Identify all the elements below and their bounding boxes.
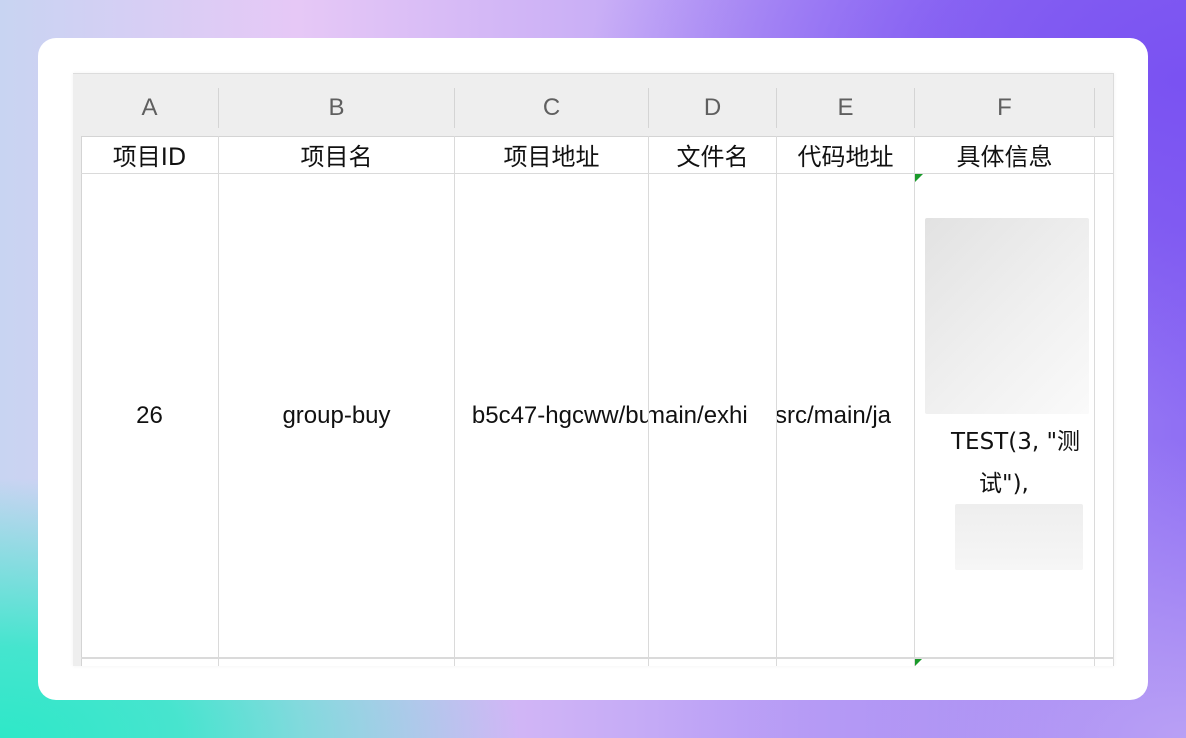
blurred-image [955, 504, 1083, 570]
cell-c2-text: b5c47-hgcww/bu [471, 401, 649, 429]
cell-g2[interactable] [1095, 174, 1113, 658]
grid-divider [776, 658, 777, 666]
next-row[interactable] [81, 658, 1113, 666]
grid-divider [914, 658, 915, 666]
cell-d2-text: main/exhi [649, 401, 748, 429]
column-header-f[interactable]: F [915, 88, 1095, 128]
cell-b1-text: 项目名 [300, 143, 373, 171]
grid-divider [218, 658, 219, 666]
cell-a1-text: 项目ID [112, 143, 187, 171]
spreadsheet-grid: A B C D E F 项目ID 项目名 项目地址 文件名 代码地址 具体信息 … [73, 73, 1114, 666]
column-header-e[interactable]: E [777, 88, 915, 128]
cell-d2[interactable]: main/exhi [649, 174, 777, 658]
cell-e1[interactable]: 代码地址 [777, 136, 915, 174]
column-header-a[interactable]: A [81, 88, 219, 128]
grid-divider [648, 658, 649, 666]
cell-d1[interactable]: 文件名 [649, 136, 777, 174]
cell-a2[interactable]: 26 [81, 174, 219, 658]
comment-marker-icon[interactable] [915, 174, 923, 182]
cell-e1-text: 代码地址 [797, 143, 894, 171]
cell-c2[interactable]: b5c47-hgcww/bu [455, 174, 649, 658]
cell-c1[interactable]: 项目地址 [455, 136, 649, 174]
column-header-c[interactable]: C [455, 88, 649, 128]
column-header-b[interactable]: B [219, 88, 455, 128]
cell-c1-text: 项目地址 [503, 143, 600, 171]
cell-e2-text: src/main/ja [777, 401, 892, 429]
column-header-d[interactable]: D [649, 88, 777, 128]
cell-a1[interactable]: 项目ID [81, 136, 219, 174]
cell-g1[interactable] [1095, 136, 1113, 174]
cell-f2[interactable]: TEST(3, "测 试"), [915, 174, 1095, 658]
blurred-image [925, 218, 1089, 414]
cell-f2-text-line2: 试"), [979, 471, 1029, 497]
cell-e2[interactable]: src/main/ja [777, 174, 915, 658]
cell-b2-text: group-buy [282, 401, 391, 429]
cell-f1-text: 具体信息 [956, 143, 1053, 171]
cell-f1[interactable]: 具体信息 [915, 136, 1095, 174]
cell-f2-text-line1: TEST(3, "测 [951, 429, 1081, 455]
cell-d1-text: 文件名 [676, 143, 749, 171]
cell-a2-text: 26 [136, 401, 163, 429]
grid-divider [1094, 658, 1095, 666]
grid-divider [454, 658, 455, 666]
cell-b2[interactable]: group-buy [219, 174, 455, 658]
cell-b1[interactable]: 项目名 [219, 136, 455, 174]
